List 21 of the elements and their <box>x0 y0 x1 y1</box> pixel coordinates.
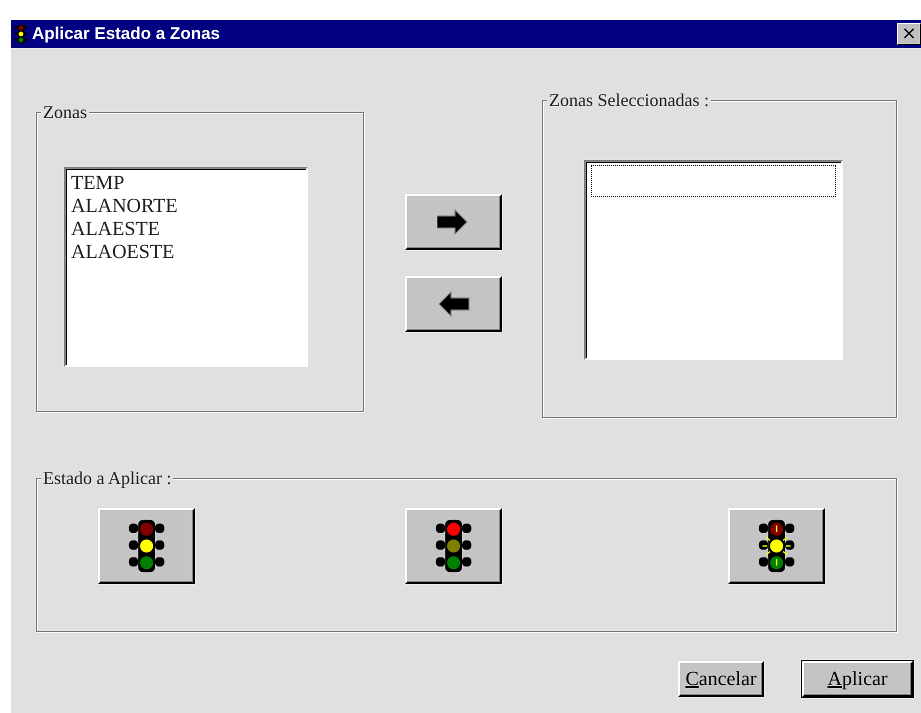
close-button[interactable]: × <box>897 23 921 45</box>
selected-zone-list[interactable] <box>584 160 843 360</box>
flashing-traffic-light-icon <box>756 518 796 574</box>
traffic-light-icon <box>126 518 166 574</box>
list-item[interactable]: ALAESTE <box>71 218 301 241</box>
list-item[interactable]: TEMP <box>71 172 301 195</box>
left-arrow-icon <box>436 290 470 318</box>
right-arrow-icon <box>436 208 470 236</box>
traffic-light-button[interactable] <box>98 508 195 584</box>
zone-list[interactable]: TEMP ALANORTE ALAESTE ALAOESTE <box>64 167 308 367</box>
list-item[interactable]: ALAOESTE <box>71 241 301 264</box>
traffic-light-icon <box>434 518 474 574</box>
cancel-button[interactable]: Cancelar <box>678 661 764 697</box>
traffic-light-button[interactable] <box>405 508 502 584</box>
arrow-button[interactable] <box>405 276 502 332</box>
list-item[interactable]: ALANORTE <box>71 195 301 218</box>
arrow-button[interactable] <box>405 194 502 250</box>
window-title: Aplicar Estado a Zonas <box>32 23 220 46</box>
traffic-light-icon <box>14 24 28 44</box>
apply-button[interactable]: Aplicar <box>802 661 913 697</box>
traffic-light-button[interactable] <box>728 508 825 584</box>
